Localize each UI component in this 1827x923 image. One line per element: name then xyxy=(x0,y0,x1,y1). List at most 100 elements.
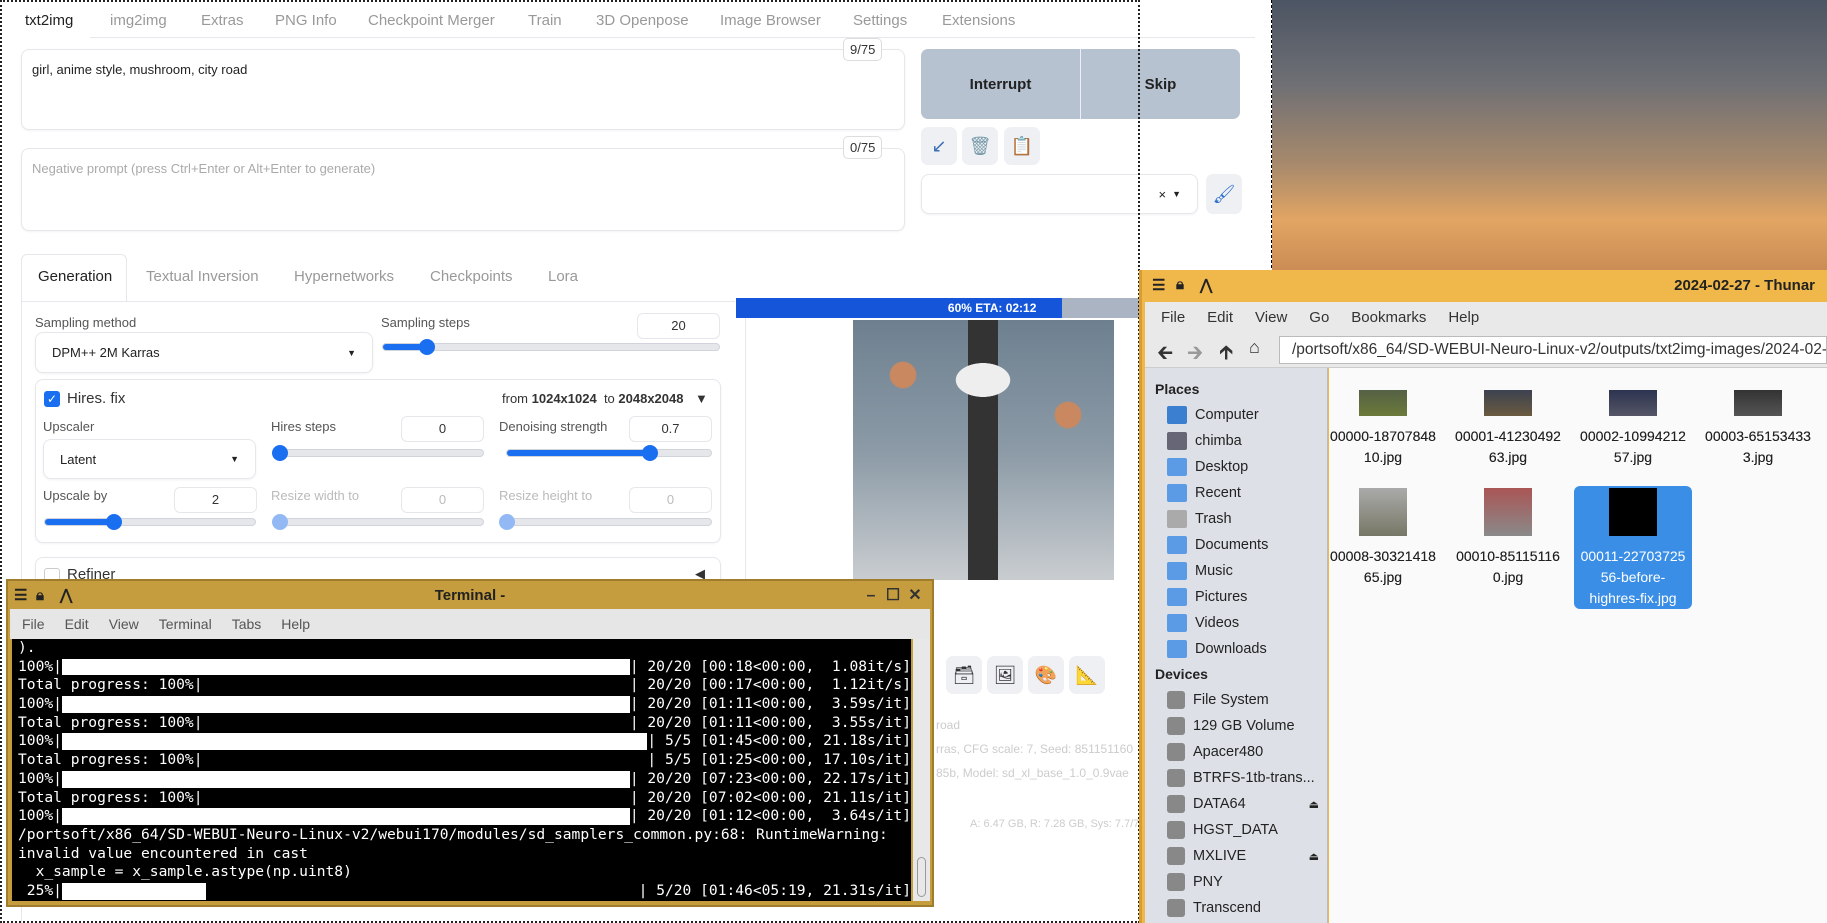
file-item[interactable]: 00008-30321418 65.jpg 00008-30321418 65.jpg xyxy=(1324,486,1442,588)
terminal-menu-file[interactable]: File xyxy=(22,616,45,632)
negative-prompt-input[interactable]: Negative prompt (press Ctrl+Enter or Alt… xyxy=(21,148,905,231)
terminal-menu-tabs[interactable]: Tabs xyxy=(232,616,262,632)
file-item[interactable]: 00003-65153433 3.jpg 00003-65153433 3.jpg xyxy=(1699,390,1817,468)
thunar-titlebar[interactable]: ☰ 🔒︎ ⋀ 2024-02-27 - Thunar xyxy=(1142,270,1827,302)
sidebar-device[interactable]: Apacer480 xyxy=(1167,743,1327,761)
hires-fix-checkbox[interactable]: ✓ xyxy=(44,391,60,407)
home-icon[interactable]: ⌂ xyxy=(1249,337,1260,358)
sidebar-item-desktop[interactable]: Desktop xyxy=(1167,458,1327,476)
resize-width-slider[interactable] xyxy=(272,514,484,530)
thunar-menu-bookmarks[interactable]: Bookmarks xyxy=(1351,309,1426,326)
sidebar-device[interactable]: BTRFS-1tb-trans... xyxy=(1167,769,1327,787)
thunar-menu-go[interactable]: Go xyxy=(1309,309,1329,326)
collapse-icon[interactable]: ▼ xyxy=(695,391,708,406)
tab-png-info[interactable]: PNG Info xyxy=(275,12,337,29)
eject-icon[interactable]: ⏏ xyxy=(1309,798,1319,811)
subtab-hypernetworks[interactable]: Hypernetworks xyxy=(294,268,394,285)
sidebar-device[interactable]: MXLIVE ⏏ xyxy=(1167,847,1327,865)
sidebar-device[interactable]: PNY xyxy=(1167,873,1327,891)
sidebar-item-videos[interactable]: Videos xyxy=(1167,614,1327,632)
styles-dropdown[interactable]: × ▼ xyxy=(921,174,1198,214)
tab-checkpoint-merger[interactable]: Checkpoint Merger xyxy=(368,12,495,29)
terminal-menu-help[interactable]: Help xyxy=(281,616,310,632)
paste-style-button[interactable]: 📋 xyxy=(1004,127,1040,165)
generated-image-preview[interactable] xyxy=(853,320,1114,580)
minimize-icon[interactable]: – xyxy=(860,587,882,605)
sidebar-item-documents[interactable]: Documents xyxy=(1167,536,1327,554)
sidebar-item-downloads[interactable]: Downloads xyxy=(1167,640,1327,658)
sidebar-item-music[interactable]: Music xyxy=(1167,562,1327,580)
up-icon[interactable]: 🡱 xyxy=(1219,338,1233,372)
sidebar-item-computer[interactable]: Computer xyxy=(1167,406,1327,424)
send-to-extras-button[interactable]: 🗃 xyxy=(946,656,982,694)
thunar-menu-edit[interactable]: Edit xyxy=(1207,309,1233,326)
edit-styles-button[interactable]: 🖌 xyxy=(1206,174,1242,214)
clear-prompt-button[interactable]: 🗑 xyxy=(962,127,998,165)
lock-icon[interactable]: 🔒︎ xyxy=(1176,276,1184,293)
resize-width-input[interactable]: 0 xyxy=(401,487,484,513)
terminal-menu-view[interactable]: View xyxy=(109,616,139,632)
prompt-input[interactable]: girl, anime style, mushroom, city road xyxy=(21,49,905,130)
close-icon[interactable]: ✕ xyxy=(904,585,926,605)
subtab-generation[interactable]: Generation xyxy=(38,268,112,285)
read-params-button[interactable]: ↙ xyxy=(921,127,957,165)
tab-img2img[interactable]: img2img xyxy=(110,12,167,29)
file-item[interactable]: 00000-18707848 10.jpg 00000-18707848 10.jpg xyxy=(1324,390,1442,468)
file-item[interactable]: 00002-10994212 57.jpg 00002-10994212 57.jpg xyxy=(1574,390,1692,468)
window-menu-icon[interactable]: ☰ xyxy=(1152,276,1165,294)
tab-txt2img[interactable]: txt2img xyxy=(25,12,73,29)
tab-3d-openpose[interactable]: 3D Openpose xyxy=(596,12,689,29)
tab-extensions[interactable]: Extensions xyxy=(942,12,1015,29)
upscale-by-input[interactable]: 2 xyxy=(174,487,257,513)
terminal-output[interactable]: ). 100%| | 20/20 [00:18<00:00, 1.08it/s] To… xyxy=(12,639,911,901)
sampling-method-dropdown[interactable]: DPM++ 2M Karras ▼ xyxy=(35,332,373,373)
back-icon[interactable]: 🡰 xyxy=(1157,338,1173,372)
upscaler-dropdown[interactable]: Latent ▼ xyxy=(43,439,256,479)
terminal-menu-edit[interactable]: Edit xyxy=(65,616,89,632)
sidebar-device[interactable]: 129 GB Volume xyxy=(1167,717,1327,735)
tab-extras[interactable]: Extras xyxy=(201,12,244,29)
location-bar[interactable]: /portsoft/x86_64/SD-WEBUI-Neuro-Linux-v2… xyxy=(1279,336,1827,364)
tab-image-browser[interactable]: Image Browser xyxy=(720,12,821,29)
send-to-inpaint-button[interactable]: 🎨 xyxy=(1028,656,1064,694)
sampling-steps-input[interactable]: 20 xyxy=(637,313,720,339)
file-item[interactable]: 00011-22703725 56-before-highres-fix.jpg xyxy=(1574,486,1692,609)
sidebar-device[interactable]: Transcend xyxy=(1167,899,1327,917)
thunar-menu-file[interactable]: File xyxy=(1161,309,1185,326)
file-item[interactable]: 00010-85115116 0.jpg 00010-85115116 0.jpg xyxy=(1449,486,1567,588)
hires-steps-slider[interactable] xyxy=(272,445,484,461)
terminal-menu-terminal[interactable]: Terminal xyxy=(159,616,212,632)
shade-icon[interactable]: ⋀ xyxy=(1200,276,1212,294)
forward-icon[interactable]: 🡲 xyxy=(1187,338,1203,372)
subtab-textual-inversion[interactable]: Textual Inversion xyxy=(146,268,259,285)
sidebar-item-chimba[interactable]: chimba xyxy=(1167,432,1327,450)
thunar-menu-help[interactable]: Help xyxy=(1448,309,1479,326)
skip-button[interactable]: Skip xyxy=(1081,49,1240,119)
interrupt-button[interactable]: Interrupt xyxy=(921,49,1081,119)
eject-icon[interactable]: ⏏ xyxy=(1309,850,1319,863)
send-to-extras-ruler-button[interactable]: 📐 xyxy=(1069,656,1105,694)
subtab-lora[interactable]: Lora xyxy=(548,268,578,285)
subtab-checkpoints[interactable]: Checkpoints xyxy=(430,268,513,285)
sidebar-item-trash[interactable]: Trash xyxy=(1167,510,1327,528)
resize-height-slider[interactable] xyxy=(499,514,712,530)
upscale-by-slider[interactable] xyxy=(44,514,256,530)
sampling-steps-slider[interactable] xyxy=(382,339,720,355)
sidebar-device[interactable]: DATA64 ⏏ xyxy=(1167,795,1327,813)
hires-steps-input[interactable]: 0 xyxy=(401,416,484,442)
resize-height-input[interactable]: 0 xyxy=(629,487,712,513)
sidebar-item-pictures[interactable]: Pictures xyxy=(1167,588,1327,606)
clear-icon[interactable]: × xyxy=(1158,187,1166,202)
tab-train[interactable]: Train xyxy=(528,12,562,29)
sidebar-device[interactable]: File System xyxy=(1167,691,1327,709)
sidebar-device[interactable]: HGST_DATA xyxy=(1167,821,1327,839)
denoising-strength-slider[interactable] xyxy=(506,445,712,461)
file-item[interactable]: 00001-41230492 63.jpg 00001-41230492 63.jpg xyxy=(1449,390,1567,468)
maximize-icon[interactable]: ☐ xyxy=(882,585,904,605)
terminal-scrollbar[interactable] xyxy=(913,639,930,901)
send-to-img2img-button[interactable]: 🖼 xyxy=(987,656,1023,694)
thunar-menu-view[interactable]: View xyxy=(1255,309,1287,326)
denoising-strength-input[interactable]: 0.7 xyxy=(629,416,712,442)
tab-settings[interactable]: Settings xyxy=(853,12,907,29)
sidebar-item-recent[interactable]: Recent xyxy=(1167,484,1327,502)
